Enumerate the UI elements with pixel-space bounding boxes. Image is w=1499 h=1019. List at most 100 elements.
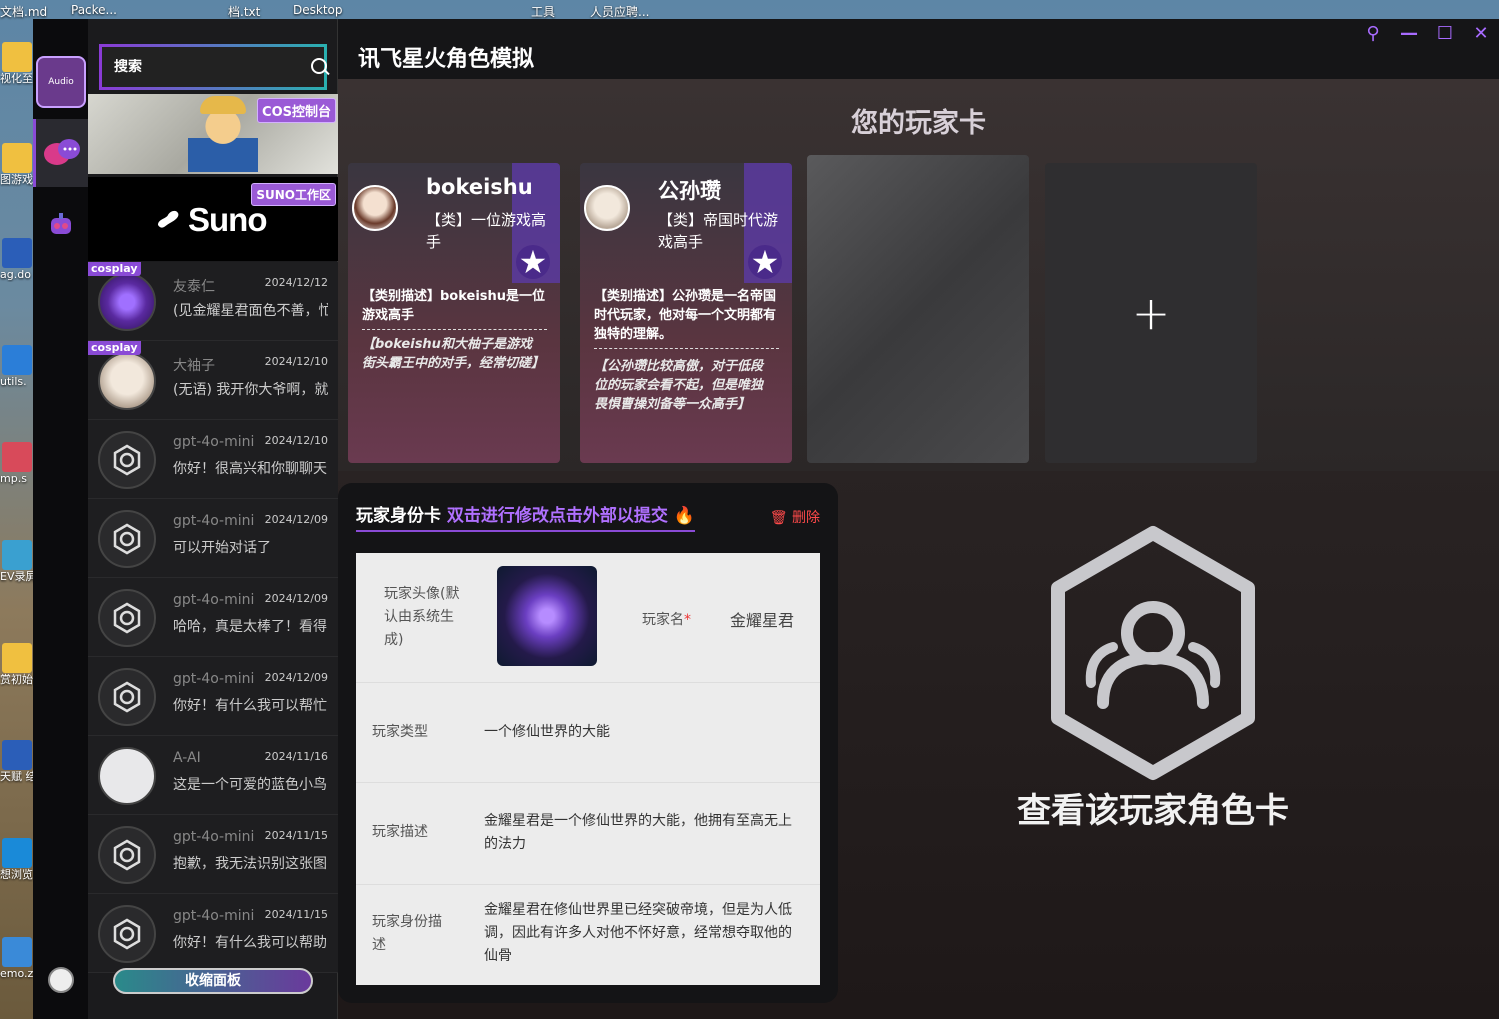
avatar-row: 玩家头像(默认由系统生成) 玩家名* 金耀星君	[356, 553, 820, 683]
trash-icon: 🗑	[769, 510, 788, 526]
suno-logo-text: Suno	[188, 201, 267, 238]
app-title: 讯飞星火角色模拟	[358, 47, 535, 72]
conversation-name: gpt-4o-mini	[173, 434, 255, 450]
robot-icon	[51, 213, 71, 234]
player-category-desc: 【类别描述】公孙瓒是一名帝国时代玩家，他对每一个文明都有独特的理解。	[594, 287, 779, 349]
desktop-file-label[interactable]: Desktop	[293, 3, 343, 17]
desktop-icon[interactable]: 赏初始程	[0, 643, 34, 687]
openai-icon	[98, 826, 156, 884]
conversation-avatar	[98, 273, 156, 331]
conversation-name: 友泰仁	[173, 279, 215, 295]
list-item[interactable]: cosplay 大袖子 2024/12/10 (无语) 我开你大爷啊，就	[88, 341, 338, 420]
desktop-icon[interactable]: EV录屏	[0, 540, 34, 584]
desktop-icon[interactable]: ag.do	[0, 238, 34, 282]
list-item[interactable]: gpt-4o-mini 2024/12/09 哈哈，真是太棒了！看得	[88, 578, 338, 657]
star-icon[interactable]: ★	[748, 245, 782, 279]
conversation-date: 2024/12/12	[264, 276, 328, 289]
delete-button[interactable]: 🗑 删除	[770, 507, 820, 527]
conversation-preview: 这是一个可爱的蓝色小鸟	[173, 777, 327, 793]
conversation-date: 2024/12/09	[264, 513, 328, 526]
conversation-list: cosplay 友泰仁 2024/12/12 (见金耀星君面色不善，忙 cosp…	[88, 262, 338, 973]
minimize-icon[interactable]: —	[1396, 21, 1422, 47]
identity-field[interactable]: 金耀星君在修仙世界里已经突破帝境，但是为人低调，因此有许多人对他不怀好意，经常想…	[484, 899, 800, 968]
list-item[interactable]: A-AI 2024/11/16 这是一个可爱的蓝色小鸟	[88, 736, 338, 815]
identity-card-panel: 玩家身份卡 双击进行修改点击外部以提交 🔥 🗑 删除 玩家头像(默认由系统生成)…	[338, 483, 838, 1003]
desktop-icon[interactable]: 视化至数据	[0, 42, 34, 86]
desktop-file-label[interactable]: 文档.md	[0, 3, 47, 20]
list-item[interactable]: cosplay 友泰仁 2024/12/12 (见金耀星君面色不善，忙	[88, 262, 338, 341]
desktop-icon[interactable]: 天赋 结质测评	[0, 740, 34, 784]
player-detail: 【公孙瓒比较高傲，对于低段位的玩家会看不起，但是唯独畏惧曹操刘备等一众高手】	[594, 359, 764, 412]
conversation-date: 2024/11/16	[264, 750, 328, 763]
identity-row: 玩家身份描述 金耀星君在修仙世界里已经突破帝境，但是为人低调，因此有许多人对他不…	[356, 885, 820, 985]
list-item[interactable]: gpt-4o-mini 2024/12/09 你好！有什么我可以帮忙	[88, 657, 338, 736]
identity-card-header: 玩家身份卡 双击进行修改点击外部以提交 🔥	[356, 501, 696, 532]
desktop-file-label[interactable]: 档.txt	[228, 3, 260, 20]
desc-field[interactable]: 金耀星君是一个修仙世界的大能，他拥有至高无上的法力	[484, 810, 800, 856]
player-name-label: 玩家名*	[642, 612, 691, 628]
player-name-field[interactable]: 金耀星君	[730, 607, 794, 631]
audio-label: Audio	[48, 77, 74, 87]
conversation-date: 2024/11/15	[264, 908, 328, 921]
add-card-button[interactable]: +	[1045, 163, 1257, 463]
player-avatar-image[interactable]	[497, 566, 597, 666]
cos-console-banner[interactable]: COS控制台	[88, 94, 338, 174]
desktop-icon[interactable]: 想浏览	[0, 838, 34, 882]
title-bar: 讯飞星火角色模拟 ⚲ — ☐ ✕	[338, 19, 1499, 79]
player-detail: 【bokeishu和大柚子是游戏街头霸王中的对手，经常切磋】	[362, 337, 545, 371]
desktop-file-label[interactable]: Packe...	[71, 3, 117, 17]
search-input[interactable]	[114, 59, 310, 75]
desktop-file-label[interactable]: 工具	[531, 3, 555, 20]
cosplay-badge: cosplay	[88, 262, 141, 276]
list-item[interactable]: gpt-4o-mini 2024/12/10 你好！很高兴和你聊聊天	[88, 420, 338, 499]
conversation-preview: 你好！很高兴和你聊聊天	[173, 461, 327, 477]
player-card[interactable]: bokeishu 【类】一位游戏高手 ★ 【类别描述】bokeishu是一位游戏…	[348, 163, 560, 463]
list-item[interactable]: gpt-4o-mini 2024/12/09 可以开始对话了	[88, 499, 338, 578]
suno-workspace-banner[interactable]: Suno SUNO工作区	[88, 177, 338, 261]
desktop-icon[interactable]: 图游戏成ex	[0, 143, 34, 187]
empty-card-slot[interactable]	[807, 155, 1029, 463]
collapse-panel-button[interactable]: 收缩面板	[113, 968, 313, 994]
avatar-label: 玩家头像(默认由系统生成)	[384, 586, 460, 648]
conversation-date: 2024/12/10	[264, 355, 328, 368]
openai-icon	[98, 905, 156, 963]
conversation-preview: (见金耀星君面色不善，忙	[173, 303, 328, 319]
desc-row: 玩家描述 金耀星君是一个修仙世界的大能，他拥有至高无上的法力	[356, 783, 820, 885]
bot-app-button[interactable]	[36, 199, 86, 251]
chat-app-button[interactable]	[33, 119, 88, 187]
star-icon[interactable]: ★	[516, 245, 550, 279]
cosplay-badge: cosplay	[88, 341, 141, 355]
pin-icon[interactable]: ⚲	[1360, 21, 1386, 47]
desc-label: 玩家描述	[372, 824, 428, 840]
search-icon[interactable]	[310, 57, 327, 77]
edit-hint: 双击进行修改点击外部以提交	[446, 506, 668, 526]
conversation-date: 2024/12/09	[264, 671, 328, 684]
desktop-icon[interactable]: mp.s	[0, 442, 34, 486]
player-cards-area: 您的玩家卡 bokeishu 【类】一位游戏高手 ★ 【类别描述】bokeish…	[338, 79, 1499, 471]
conversation-preview: 你好！有什么我可以帮忙	[173, 698, 327, 714]
audio-app-button[interactable]: Audio	[36, 56, 86, 108]
identity-card-title: 玩家身份卡	[356, 506, 441, 526]
type-field[interactable]: 一个修仙世界的大能	[484, 721, 800, 744]
list-item[interactable]: gpt-4o-mini 2024/11/15 你好！有什么我可以帮助	[88, 894, 338, 973]
app-window: Audio COS控制台	[33, 19, 1499, 1019]
conversation-date: 2024/11/15	[264, 829, 328, 842]
player-avatar	[584, 185, 630, 231]
conversation-name: A-AI	[173, 750, 201, 766]
icon-rail: Audio	[33, 19, 88, 1019]
desktop-icon[interactable]: emo.z	[0, 937, 34, 981]
type-label: 玩家类型	[372, 724, 428, 740]
desktop-icon[interactable]: utils.	[0, 345, 34, 389]
fire-icon: 🔥	[673, 506, 696, 526]
close-icon[interactable]: ✕	[1468, 21, 1494, 47]
cos-console-tag: COS控制台	[257, 98, 336, 123]
search-box	[99, 44, 327, 90]
player-card[interactable]: 公孙瓒 【类】帝国时代游戏高手 ★ 【类别描述】公孙瓒是一名帝国时代玩家，他对每…	[580, 163, 792, 463]
list-item[interactable]: gpt-4o-mini 2024/11/15 抱歉，我无法识别这张图	[88, 815, 338, 894]
plus-icon: +	[1131, 286, 1171, 340]
maximize-icon[interactable]: ☐	[1432, 21, 1458, 47]
view-role-card-area[interactable]: 查看该玩家角色卡	[838, 483, 1499, 1019]
desktop-file-label[interactable]: 人员应聘...	[590, 3, 649, 20]
type-row: 玩家类型 一个修仙世界的大能	[356, 683, 820, 783]
user-avatar[interactable]	[48, 967, 74, 993]
